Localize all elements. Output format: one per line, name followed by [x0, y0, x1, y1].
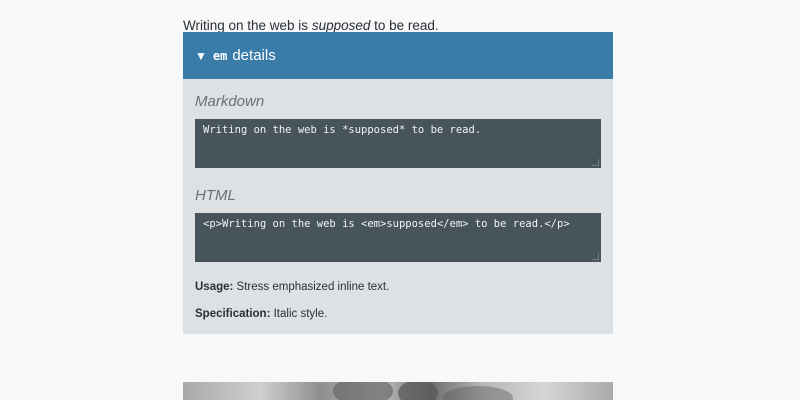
photo-image — [183, 382, 613, 400]
specification-label: Specification: — [195, 308, 271, 320]
markdown-heading: Markdown — [195, 93, 265, 110]
usage-line: Usage: Stress emphasized inline text. — [195, 281, 389, 293]
intro-text-after: to be read. — [370, 17, 439, 33]
markdown-code-text: Writing on the web is *supposed* to be r… — [203, 124, 482, 136]
disclosure-triangle-icon: ▼ — [195, 48, 207, 63]
html-heading: HTML — [195, 187, 236, 204]
html-code-text: <p>Writing on the web is <em>supposed</e… — [203, 218, 570, 230]
usage-label: Usage: — [195, 281, 234, 293]
html-code-textarea[interactable]: <p>Writing on the web is <em>supposed</e… — [195, 213, 601, 262]
specification-line: Specification: Italic style. — [195, 308, 327, 320]
resize-handle-icon[interactable] — [592, 253, 599, 260]
details-summary-toggle[interactable]: ▼ em details — [183, 32, 613, 79]
resize-handle-icon[interactable] — [592, 159, 599, 166]
tag-name: em — [212, 48, 228, 63]
usage-text: Stress emphasized inline text. — [233, 281, 390, 293]
intro-text-before: Writing on the web is — [183, 17, 312, 33]
specification-text: Italic style. — [270, 308, 328, 320]
em-details-panel: ▼ em details Markdown Writing on the web… — [183, 32, 613, 334]
intro-emphasis: supposed — [311, 17, 371, 33]
summary-label: details — [232, 47, 276, 64]
markdown-code-textarea[interactable]: Writing on the web is *supposed* to be r… — [195, 119, 601, 168]
